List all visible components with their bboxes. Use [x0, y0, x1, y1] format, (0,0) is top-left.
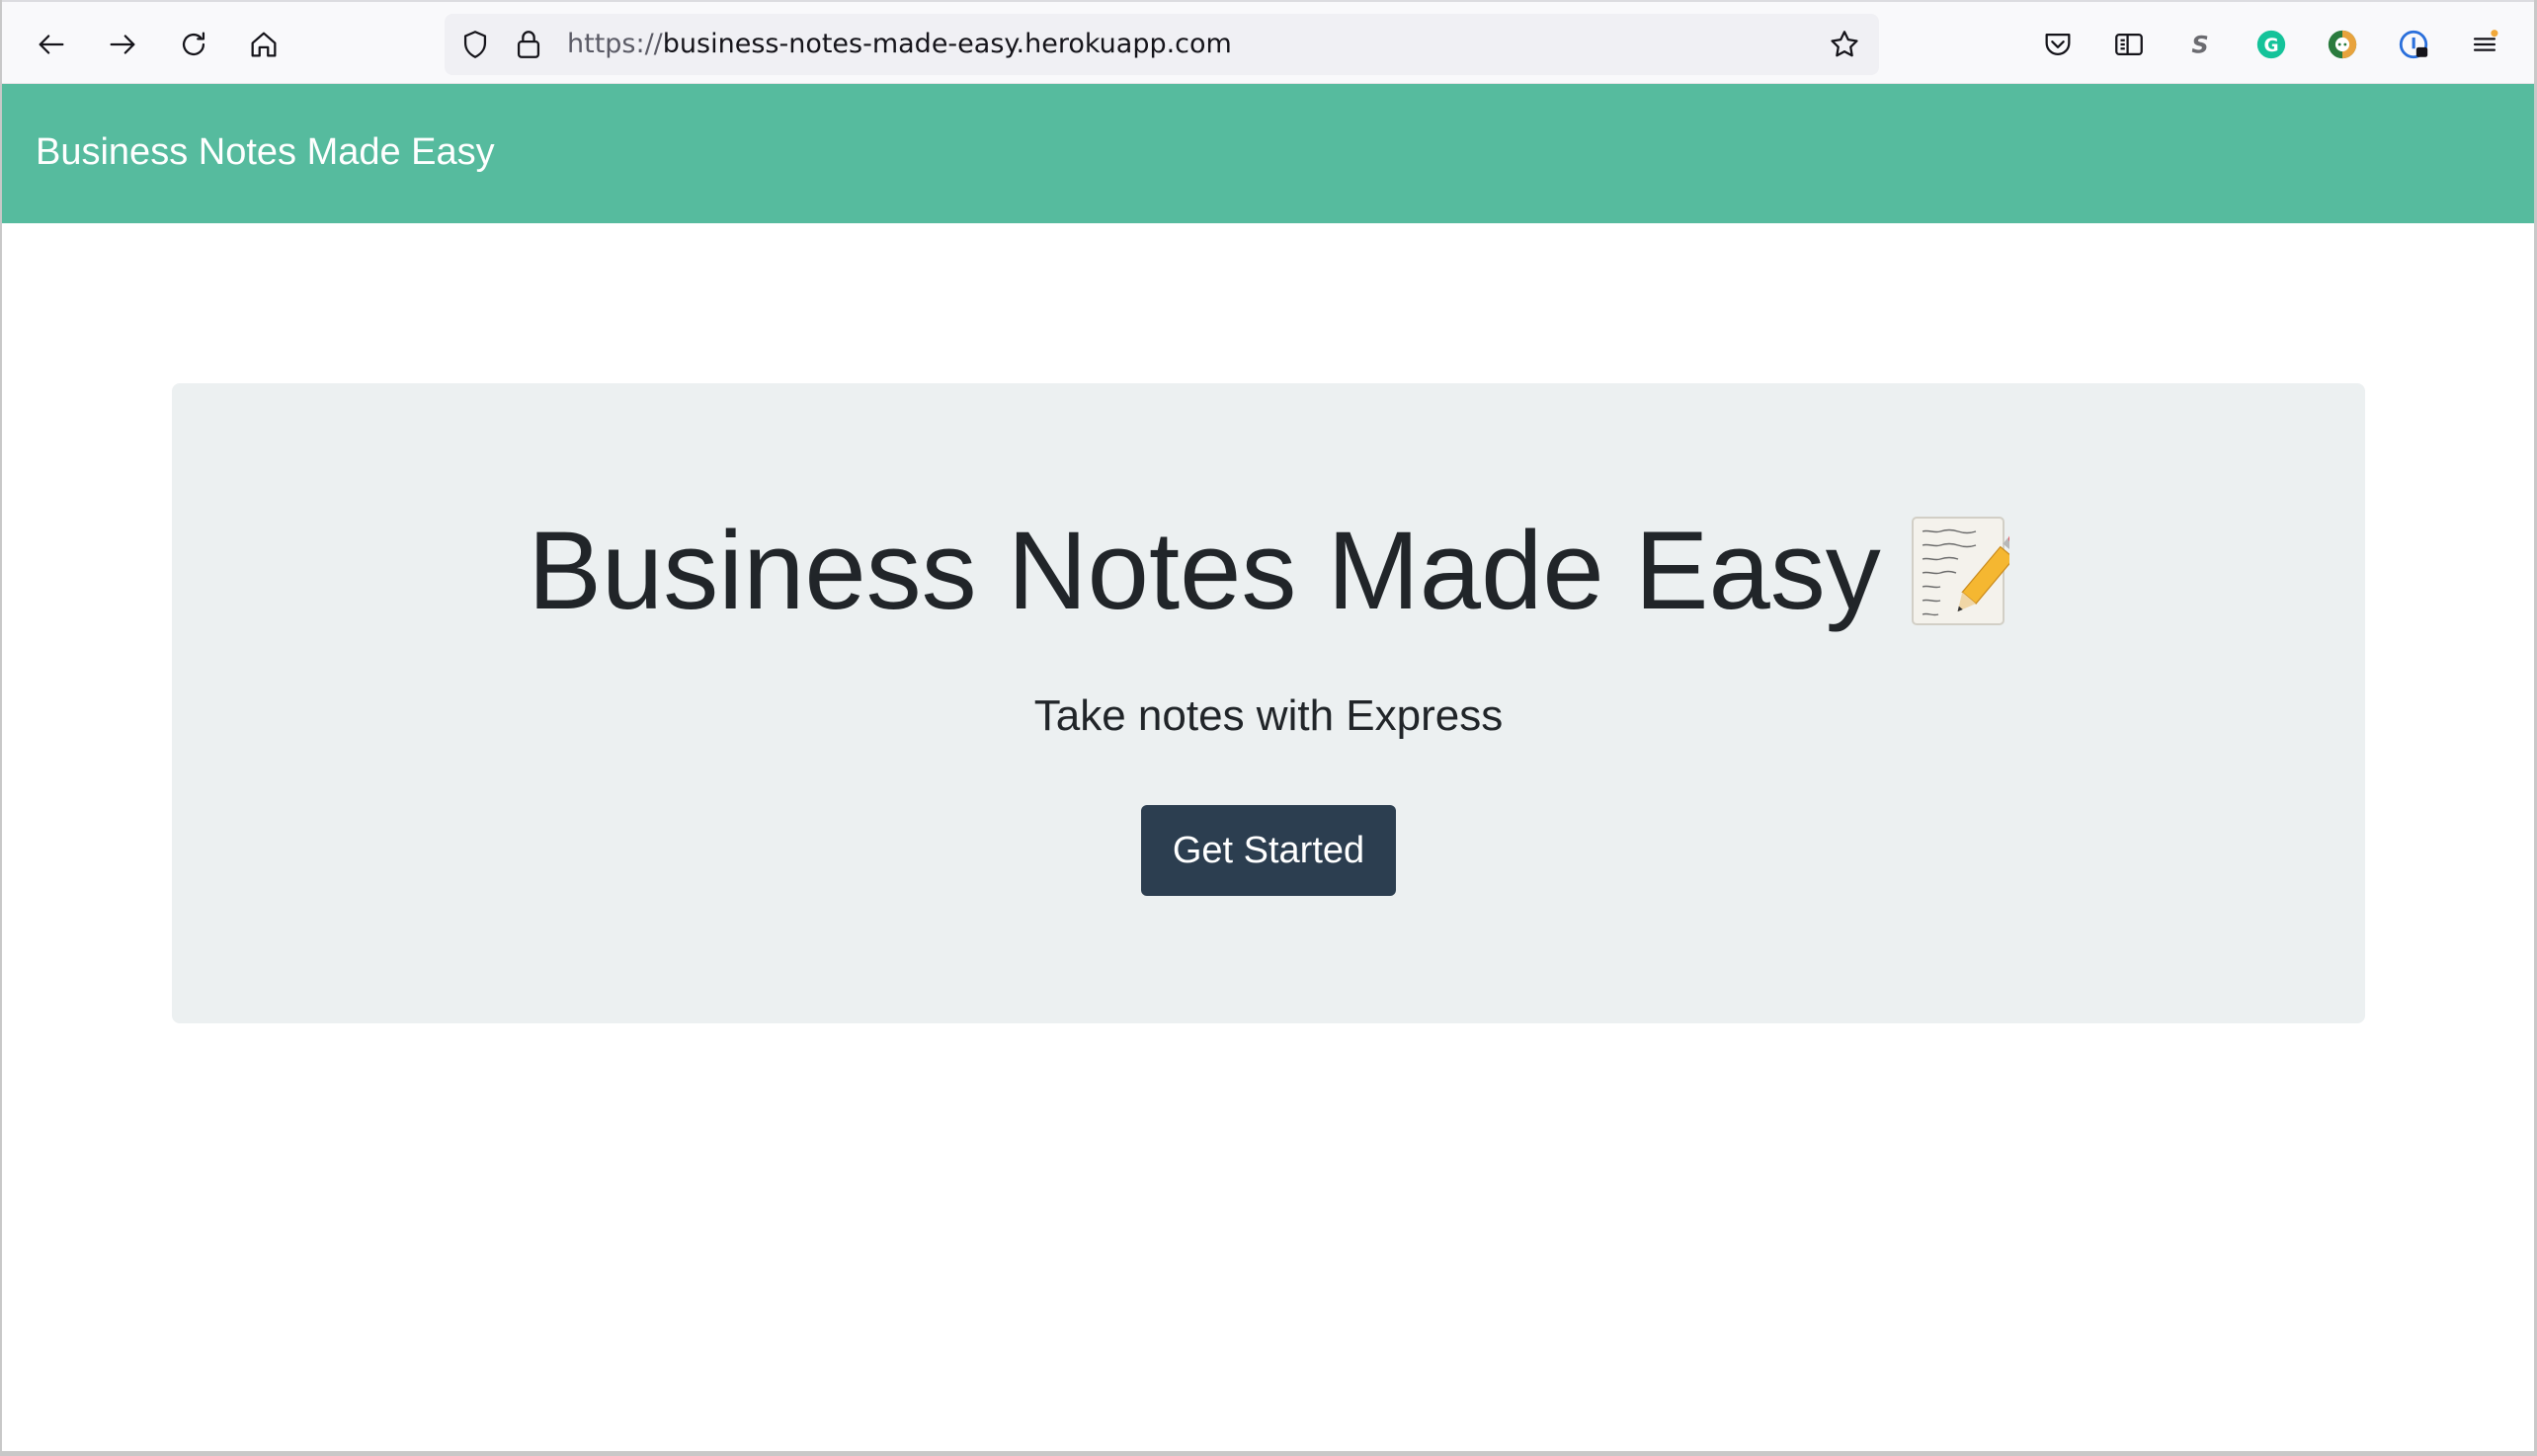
forward-arrow-icon	[110, 35, 135, 54]
reader-view-icon	[2115, 33, 2143, 56]
hero-jumbotron: Business Notes Made Easy Take notes with…	[172, 383, 2365, 1023]
chat-extension-button[interactable]	[2320, 22, 2365, 67]
hero-lead: Take notes with Express	[1033, 691, 1504, 740]
url-text[interactable]: https://business-notes-made-easy.herokua…	[567, 29, 1232, 59]
address-bar[interactable]: https://business-notes-made-easy.herokua…	[445, 14, 1879, 75]
star-icon[interactable]	[1828, 28, 1861, 61]
chat-extension-icon	[2328, 30, 2357, 59]
password-extension-button[interactable]	[2391, 22, 2436, 67]
site-navbar: Business Notes Made Easy	[2, 84, 2534, 223]
reader-view-button[interactable]	[2106, 22, 2152, 67]
svg-text:G: G	[2263, 36, 2278, 56]
browser-toolbar: https://business-notes-made-easy.herokua…	[2, 0, 2534, 84]
menu-icon	[2473, 30, 2498, 51]
navbar-brand-link[interactable]: Business Notes Made Easy	[36, 131, 495, 174]
get-started-button[interactable]: Get Started	[1141, 805, 1396, 896]
home-button[interactable]	[241, 22, 286, 67]
svg-text:S: S	[2191, 32, 2208, 59]
grammarly-icon: G	[2256, 30, 2286, 59]
s-extension-button[interactable]: S	[2177, 22, 2223, 67]
home-icon	[251, 32, 277, 57]
url-scheme: https://	[567, 29, 663, 59]
forward-button[interactable]	[100, 22, 145, 67]
pocket-icon	[2045, 33, 2071, 55]
app-menu-button[interactable]	[2462, 22, 2507, 67]
hero-title-row: Business Notes Made Easy	[172, 516, 2365, 626]
url-host: business-notes-made-easy.herokuapp.com	[662, 29, 1232, 59]
back-arrow-icon	[39, 35, 64, 54]
pocket-button[interactable]	[2035, 22, 2081, 67]
lock-icon[interactable]	[512, 28, 545, 61]
hero-title: Business Notes Made Easy	[528, 509, 1881, 632]
s-extension-icon: S	[2191, 32, 2208, 59]
shield-icon[interactable]	[458, 28, 492, 61]
reload-icon	[182, 32, 205, 56]
password-extension-icon	[2399, 30, 2428, 59]
grammarly-button[interactable]: G	[2249, 22, 2294, 67]
reload-button[interactable]	[171, 22, 216, 67]
browser-window: https://business-notes-made-easy.herokua…	[0, 0, 2537, 1456]
memo-icon	[1911, 517, 2009, 625]
back-button[interactable]	[29, 22, 74, 67]
